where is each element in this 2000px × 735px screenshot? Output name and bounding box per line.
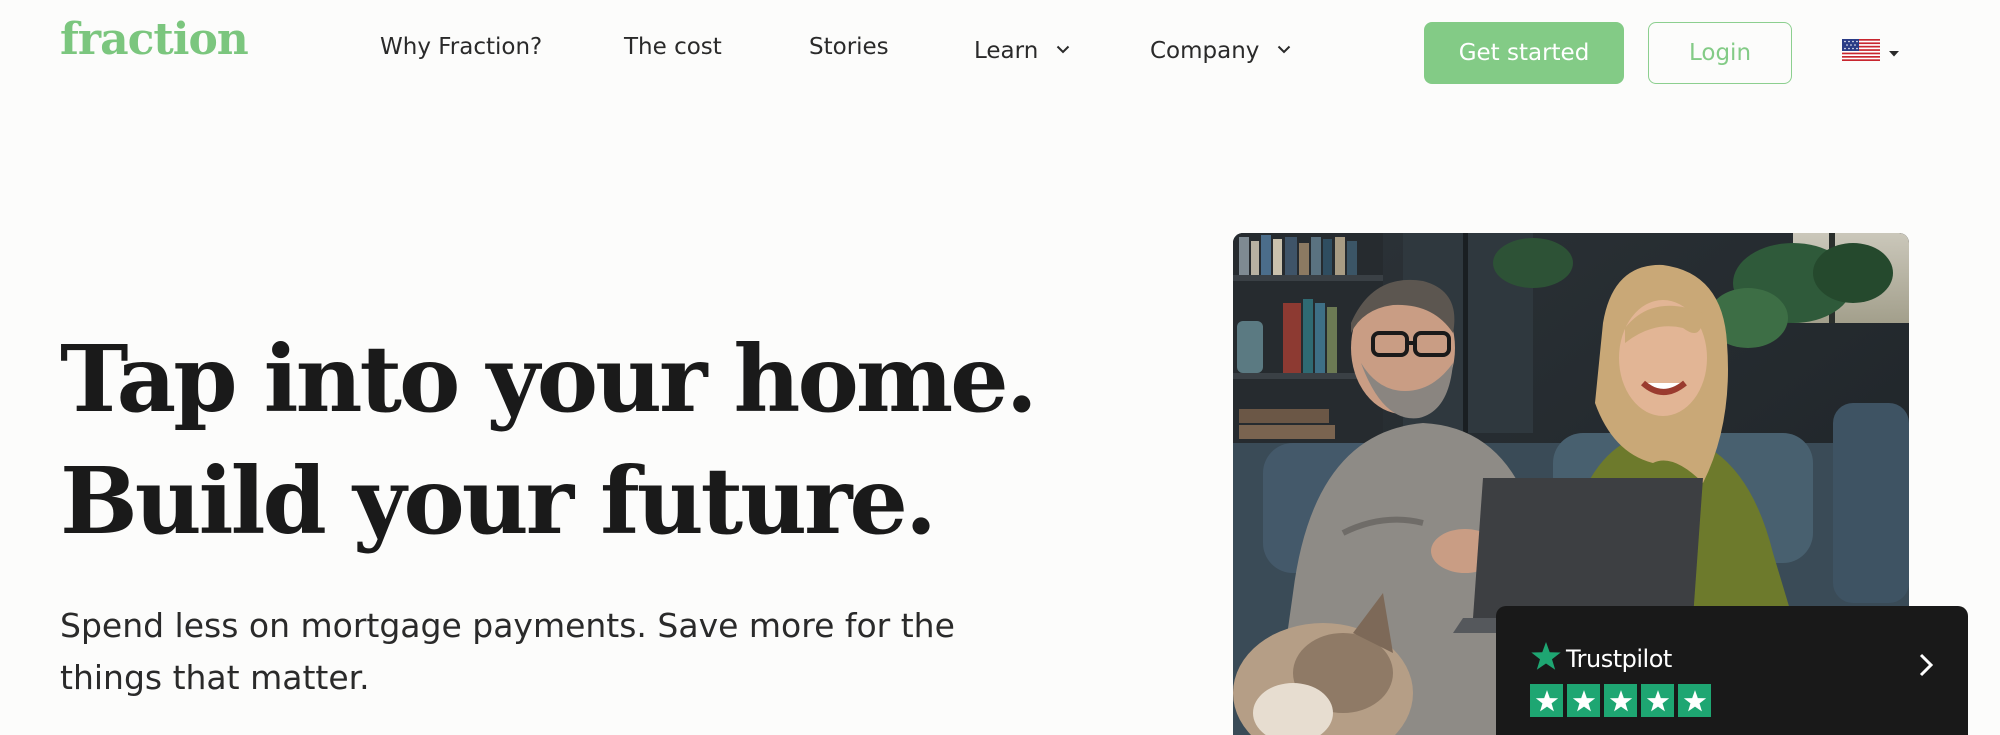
- chevron-right-icon[interactable]: [1918, 652, 1934, 682]
- trustpilot-rating: [1530, 684, 1711, 717]
- login-button[interactable]: Login: [1648, 22, 1792, 84]
- language-selector[interactable]: [1842, 39, 1900, 65]
- rating-star-icon: [1641, 684, 1674, 717]
- caret-down-icon: [1888, 43, 1900, 62]
- nav-the-cost[interactable]: The cost: [624, 34, 722, 60]
- us-flag-icon: [1842, 39, 1880, 65]
- trustpilot-brand: Trustpilot: [1530, 640, 1672, 678]
- nav-why-fraction-label: Why Fraction?: [380, 34, 543, 60]
- hero-subtext: Spend less on mortgage payments. Save mo…: [60, 606, 955, 697]
- chevron-down-icon: [1277, 34, 1291, 60]
- get-started-button[interactable]: Get started: [1424, 22, 1624, 84]
- get-started-label: Get started: [1458, 40, 1590, 66]
- rating-star-icon: [1604, 684, 1637, 717]
- rating-star-icon: [1678, 684, 1711, 717]
- trustpilot-label: Trustpilot: [1566, 645, 1672, 673]
- chevron-down-icon: [1056, 34, 1070, 60]
- rating-star-icon: [1530, 684, 1563, 717]
- fraction-logo[interactable]: fraction: [60, 18, 249, 62]
- nav-stories[interactable]: Stories: [809, 34, 889, 60]
- login-label: Login: [1688, 40, 1752, 66]
- nav-company[interactable]: Company: [1150, 34, 1291, 64]
- nav-learn-label: Learn: [974, 38, 1039, 64]
- hero-headline: Tap into your home. Build your future.: [60, 318, 1038, 562]
- trustpilot-star-icon: [1530, 640, 1562, 678]
- trustpilot-widget[interactable]: Trustpilot: [1496, 606, 1968, 735]
- hero-headline-line-1: Tap into your home.: [60, 325, 1038, 433]
- nav-the-cost-label: The cost: [624, 34, 722, 60]
- hero-headline-line-2: Build your future.: [60, 447, 937, 555]
- nav-company-label: Company: [1150, 38, 1260, 64]
- rating-star-icon: [1567, 684, 1600, 717]
- nav-stories-label: Stories: [809, 34, 889, 60]
- nav-learn[interactable]: Learn: [974, 34, 1070, 64]
- nav-why-fraction[interactable]: Why Fraction?: [380, 34, 542, 60]
